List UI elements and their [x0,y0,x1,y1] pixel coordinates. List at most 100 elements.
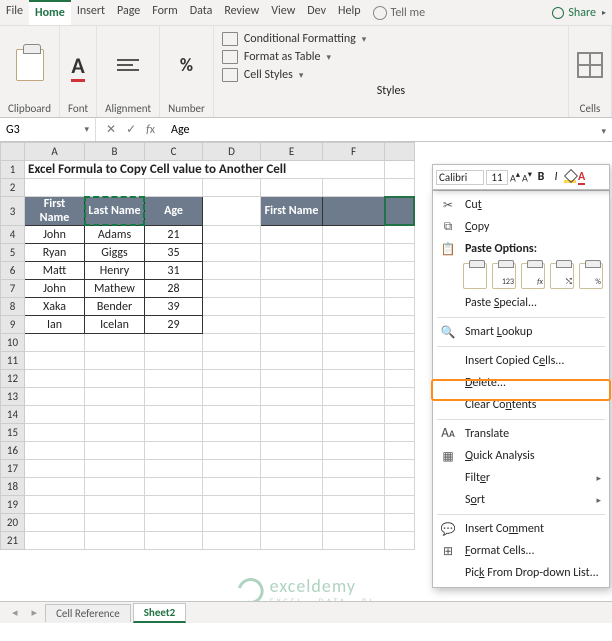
cell-A7[interactable]: John [25,280,85,298]
ctx-filter[interactable]: Filter▸ [433,467,609,489]
fill-color-icon[interactable] [564,171,576,183]
tab-file[interactable]: File [0,0,29,25]
sheet-nav-next[interactable]: ▸ [26,606,44,619]
ctx-quick-analysis[interactable]: ▦Quick Analysis [433,445,609,467]
col-header-B[interactable]: B [85,143,145,161]
group-font[interactable]: A Font [60,26,97,117]
row-header-6[interactable]: 6 [1,262,25,280]
cell-styles-button[interactable]: Cell Styles▾ [222,66,560,84]
cell-B9[interactable]: Icelan [85,316,145,334]
group-number[interactable]: % Number [160,26,214,117]
row-header-20[interactable]: 20 [1,514,25,532]
row-header-12[interactable]: 12 [1,370,25,388]
mini-font-size[interactable]: 11 [486,170,508,185]
ctx-smart-lookup[interactable]: 🔍Smart Lookup [433,321,609,343]
paste-formulas-option[interactable]: fx [521,263,545,289]
cell-A6[interactable]: Matt [25,262,85,280]
row-header-18[interactable]: 18 [1,478,25,496]
header-first-name[interactable]: First Name [25,197,85,226]
select-all-corner[interactable] [1,143,25,161]
row-header-17[interactable]: 17 [1,460,25,478]
cell-B4[interactable]: Adams [85,226,145,244]
paste-all-option[interactable] [463,263,487,289]
tab-home[interactable]: Home [29,0,71,25]
row-header-3[interactable]: 3 [1,197,25,226]
name-box[interactable]: ▾ [0,118,96,141]
row-header-21[interactable]: 21 [1,532,25,550]
ctx-copy[interactable]: ⧉Copy [433,216,609,238]
col-header-C[interactable]: C [145,143,203,161]
col-header-F[interactable]: F [323,143,385,161]
formula-input[interactable] [171,123,606,137]
cell-C4[interactable]: 21 [145,226,203,244]
cell-A8[interactable]: Xaka [25,298,85,316]
row-header-1[interactable]: 1 [1,161,25,179]
tab-help[interactable]: Help [332,0,367,25]
tab-insert[interactable]: Insert [71,0,111,25]
bold-button[interactable]: B [534,170,548,184]
ctx-translate[interactable]: 🗛Translate [433,423,609,445]
row-header-19[interactable]: 19 [1,496,25,514]
cell-C5[interactable]: 35 [145,244,203,262]
conditional-formatting-button[interactable]: Conditional Formatting▾ [222,30,560,48]
cell-B8[interactable]: Bender [85,298,145,316]
group-clipboard[interactable]: Clipboard [0,26,60,117]
row-header-11[interactable]: 11 [1,352,25,370]
col-header-G[interactable] [385,143,415,161]
ctx-insert-copied-cells[interactable]: Insert Copied Cells... [433,350,609,372]
row-header-15[interactable]: 15 [1,424,25,442]
sheet-tab-sheet2[interactable]: Sheet2 [133,603,187,623]
header-age[interactable]: Age [145,197,203,226]
ctx-delete[interactable]: Delete... [433,372,609,394]
ctx-paste-special[interactable]: Paste Special... [433,292,609,314]
row-header-8[interactable]: 8 [1,298,25,316]
paste-transpose-option[interactable]: ⤭ [550,263,574,289]
tab-view[interactable]: View [265,0,301,25]
sheet-nav-prev[interactable]: ◂ [6,606,24,619]
cell-A5[interactable]: Ryan [25,244,85,262]
paste-formatting-option[interactable]: % [579,263,603,289]
paste-values-option[interactable]: 123 [492,263,516,289]
group-alignment[interactable]: Alignment [97,26,160,117]
row-header-10[interactable]: 10 [1,334,25,352]
row-header-5[interactable]: 5 [1,244,25,262]
header2-first-name[interactable]: First Name [261,197,323,226]
cancel-formula-icon[interactable]: ✕ [106,122,116,137]
cell-C9[interactable]: 29 [145,316,203,334]
cell-B7[interactable]: Mathew [85,280,145,298]
formula-expand-icon[interactable]: ▾ [601,126,606,137]
cell-A4[interactable]: John [25,226,85,244]
cell-A9[interactable]: Ian [25,316,85,334]
row-header-16[interactable]: 16 [1,442,25,460]
col-header-D[interactable]: D [203,143,261,161]
ctx-sort[interactable]: Sort▸ [433,489,609,511]
tab-formulas[interactable]: Form [146,0,183,25]
col-header-A[interactable]: A [25,143,85,161]
cell-C6[interactable]: 31 [145,262,203,280]
name-box-input[interactable] [6,123,84,137]
tab-data[interactable]: Data [184,0,219,25]
ctx-cut[interactable]: ✂Cut [433,194,609,216]
tab-review[interactable]: Review [218,0,265,25]
cell-C8[interactable]: 39 [145,298,203,316]
title-cell[interactable]: Excel Formula to Copy Cell value to Anot… [25,161,385,179]
fx-icon[interactable]: fx [146,123,155,137]
format-as-table-button[interactable]: Format as Table▾ [222,48,560,66]
tab-developer[interactable]: Dev [301,0,332,25]
cell-B6[interactable]: Henry [85,262,145,280]
row-header-13[interactable]: 13 [1,388,25,406]
share-button[interactable]: Share ▸ [546,0,612,25]
mini-font-family[interactable]: Calibri [436,170,484,185]
header2-last-name[interactable] [323,197,385,226]
col-header-E[interactable]: E [261,143,323,161]
tell-me[interactable]: Tell me [367,0,432,25]
decrease-font-icon[interactable]: A▾ [522,169,532,184]
group-cells[interactable]: Cells [569,26,612,117]
sheet-tab-cell-reference[interactable]: Cell Reference [45,604,131,622]
ctx-insert-comment[interactable]: 💬Insert Comment [433,518,609,540]
cell-B5[interactable]: Giggs [85,244,145,262]
row-header-2[interactable]: 2 [1,179,25,197]
cell-C7[interactable]: 28 [145,280,203,298]
ctx-pick-from-list[interactable]: Pick From Drop-down List... [433,562,609,584]
increase-font-icon[interactable]: A▴ [510,169,520,184]
